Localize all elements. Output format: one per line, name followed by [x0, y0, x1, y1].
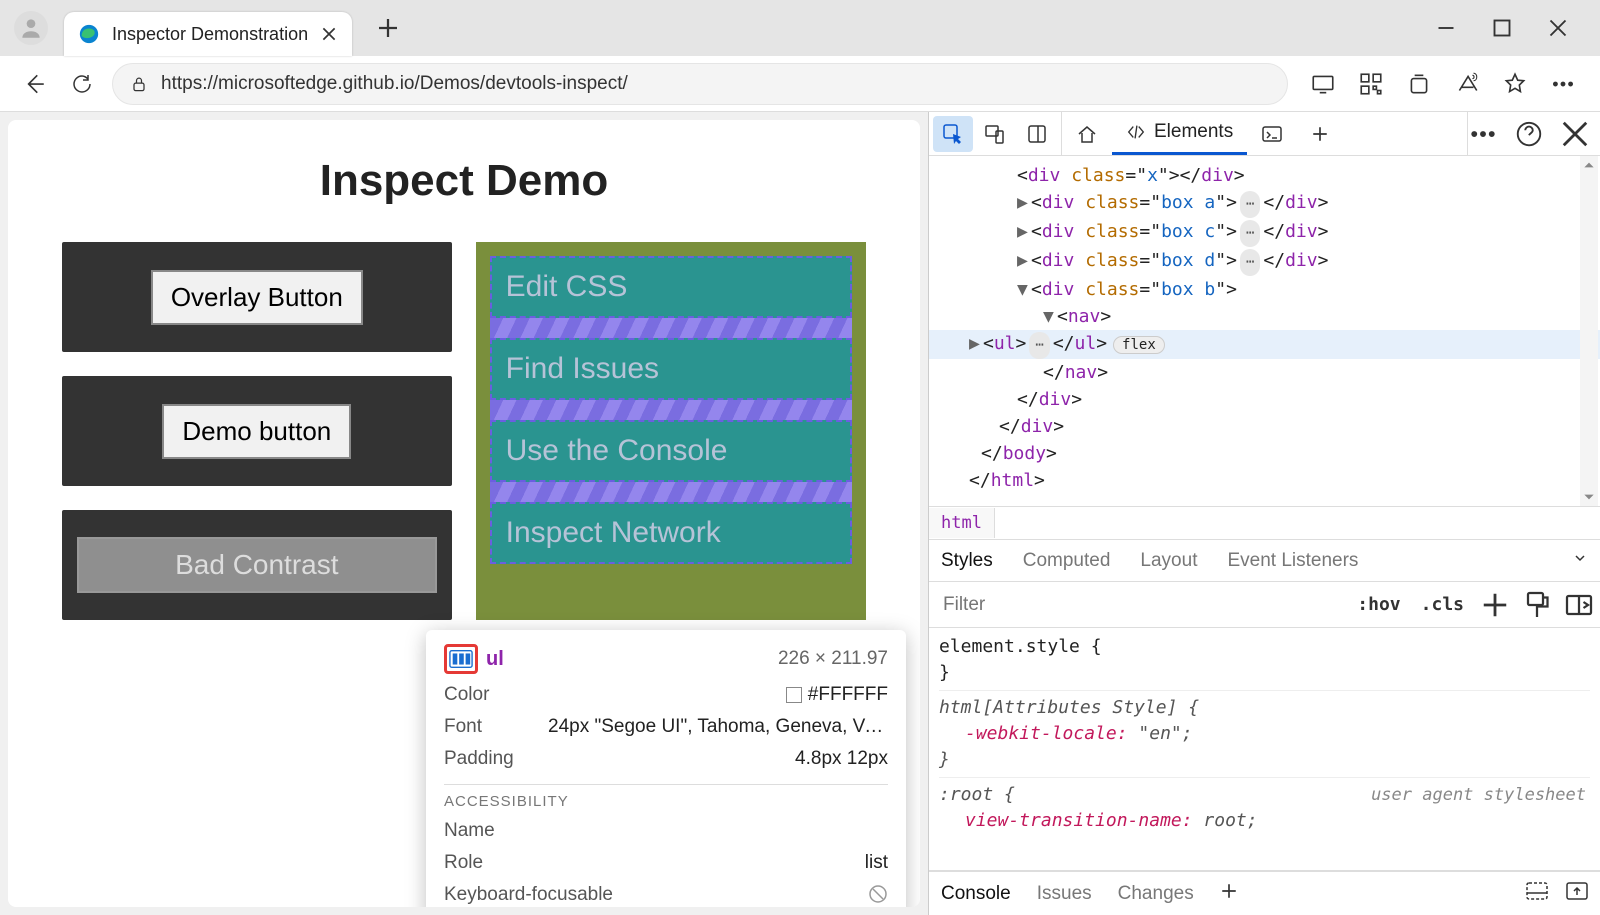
- styles-tabs: Styles Computed Layout Event Listeners: [929, 540, 1600, 582]
- layout-tab[interactable]: Layout: [1140, 550, 1197, 572]
- cls-toggle[interactable]: .cls: [1411, 594, 1474, 615]
- new-rule-icon[interactable]: [1480, 590, 1510, 620]
- ua-stylesheet-label: user agent stylesheet: [1371, 782, 1586, 808]
- styles-filter-input[interactable]: [929, 582, 1347, 627]
- page-title: Inspect Demo: [8, 156, 920, 206]
- address-bar[interactable]: https://microsoftedge.github.io/Demos/de…: [112, 63, 1288, 105]
- computed-tab[interactable]: Computed: [1023, 550, 1111, 572]
- dock-button[interactable]: [1017, 116, 1057, 152]
- not-focusable-icon: [868, 884, 888, 907]
- drawer-issues-tab[interactable]: Issues: [1037, 883, 1092, 905]
- more-icon[interactable]: [1550, 71, 1576, 97]
- read-aloud-icon[interactable]: [1454, 71, 1480, 97]
- paint-icon[interactable]: [1522, 590, 1552, 620]
- flex-badge-icon: [444, 644, 478, 674]
- breadcrumb[interactable]: html: [929, 506, 1600, 540]
- elements-tab[interactable]: Elements: [1112, 112, 1247, 155]
- welcome-tab[interactable]: [1062, 112, 1112, 155]
- nav-box: Edit CSS Find Issues Use the Console Ins…: [476, 242, 866, 620]
- tooltip-dimensions: 226 × 211.97: [778, 648, 888, 670]
- drawer-add-button[interactable]: [1220, 882, 1238, 906]
- styles-filter-row: :hov .cls: [929, 582, 1600, 628]
- console-tab-icon[interactable]: [1247, 112, 1297, 155]
- tooltip-a11y-header: ACCESSIBILITY: [444, 793, 888, 810]
- window-controls: [1436, 18, 1592, 38]
- styles-tab[interactable]: Styles: [941, 550, 993, 572]
- close-window-icon[interactable]: [1548, 18, 1568, 38]
- drawer-changes-tab[interactable]: Changes: [1118, 883, 1194, 905]
- styles-body[interactable]: element.style { } html[Attributes Style]…: [929, 628, 1600, 871]
- devtools-drawer: Console Issues Changes: [929, 871, 1600, 915]
- tooltip-color-label: Color: [444, 684, 489, 706]
- inspect-element-button[interactable]: [933, 116, 973, 152]
- new-tab-button[interactable]: [376, 16, 400, 40]
- tooltip-element: ul: [486, 648, 504, 671]
- tooltip-role-label: Role: [444, 852, 483, 874]
- device-toggle-button[interactable]: [975, 116, 1015, 152]
- back-button[interactable]: [16, 66, 52, 102]
- nav-list[interactable]: Edit CSS Find Issues Use the Console Ins…: [490, 256, 852, 564]
- dom-tree[interactable]: <div class="x"></div> ▶<div class="box a…: [929, 156, 1600, 506]
- nav-item[interactable]: Use the Console: [490, 420, 852, 482]
- demo-button[interactable]: Demo button: [162, 404, 351, 459]
- favorite-icon[interactable]: [1502, 71, 1528, 97]
- chevron-down-icon[interactable]: [1572, 550, 1588, 572]
- qr-icon[interactable]: [1358, 71, 1384, 97]
- tooltip-kb-label: Keyboard-focusable: [444, 884, 613, 907]
- overlay-button[interactable]: Overlay Button: [151, 270, 363, 325]
- computed-toggle-icon[interactable]: [1564, 590, 1594, 620]
- profile-icon[interactable]: [14, 11, 48, 45]
- tooltip-name-label: Name: [444, 820, 495, 842]
- devtools-header: Elements: [929, 112, 1600, 156]
- hov-toggle[interactable]: :hov: [1347, 594, 1410, 615]
- tooltip-role-value: list: [865, 852, 888, 874]
- tooltip-padding-label: Padding: [444, 748, 514, 770]
- page-viewport: Inspect Demo Overlay Button Demo button …: [8, 120, 920, 907]
- overlay-box: Overlay Button: [62, 242, 452, 352]
- tooltip-padding-value: 4.8px 12px: [795, 748, 888, 770]
- devtools-close-icon[interactable]: [1560, 119, 1590, 149]
- nav-item[interactable]: Edit CSS: [490, 256, 852, 318]
- drawer-dock-icon[interactable]: [1526, 882, 1548, 906]
- dom-scrollbar[interactable]: [1580, 156, 1598, 506]
- edge-icon: [78, 23, 100, 45]
- more-tabs-button[interactable]: [1297, 112, 1343, 155]
- tooltip-font-label: Font: [444, 716, 482, 738]
- bad-contrast-button[interactable]: Bad Contrast: [77, 537, 437, 593]
- tooltip-color-value: #FFFFFF: [786, 684, 888, 706]
- inspect-tooltip: ul 226 × 211.97 Color #FFFFFF Font 24px "S…: [426, 630, 906, 907]
- nav-item[interactable]: Find Issues: [490, 338, 852, 400]
- bad-contrast-box: Bad Contrast: [62, 510, 452, 620]
- nav-item[interactable]: Inspect Network: [490, 502, 852, 564]
- drawer-expand-icon[interactable]: [1566, 882, 1588, 906]
- event-listeners-tab[interactable]: Event Listeners: [1227, 550, 1358, 572]
- browser-toolbar: https://microsoftedge.github.io/Demos/de…: [0, 56, 1600, 112]
- refresh-button[interactable]: [64, 66, 100, 102]
- url-text: https://microsoftedge.github.io/Demos/de…: [161, 73, 628, 95]
- minimize-icon[interactable]: [1436, 18, 1456, 38]
- devtools-panel: Elements <div class="x"></div> ▶<div cla…: [928, 112, 1600, 915]
- browser-tab[interactable]: Inspector Demonstration: [64, 12, 352, 56]
- collections-icon[interactable]: [1406, 71, 1432, 97]
- devtools-more-icon[interactable]: [1468, 119, 1498, 149]
- tooltip-font-value: 24px "Segoe UI", Tahoma, Geneva, Verda..…: [548, 716, 888, 738]
- lock-icon: [129, 74, 149, 94]
- desktop-icon[interactable]: [1310, 71, 1336, 97]
- tab-strip: Inspector Demonstration: [0, 0, 1600, 56]
- demo-box: Demo button: [62, 376, 452, 486]
- drawer-console-tab[interactable]: Console: [941, 883, 1011, 905]
- close-tab-icon[interactable]: [320, 25, 338, 43]
- maximize-icon[interactable]: [1492, 18, 1512, 38]
- tab-title: Inspector Demonstration: [112, 24, 308, 45]
- devtools-help-icon[interactable]: [1514, 119, 1544, 149]
